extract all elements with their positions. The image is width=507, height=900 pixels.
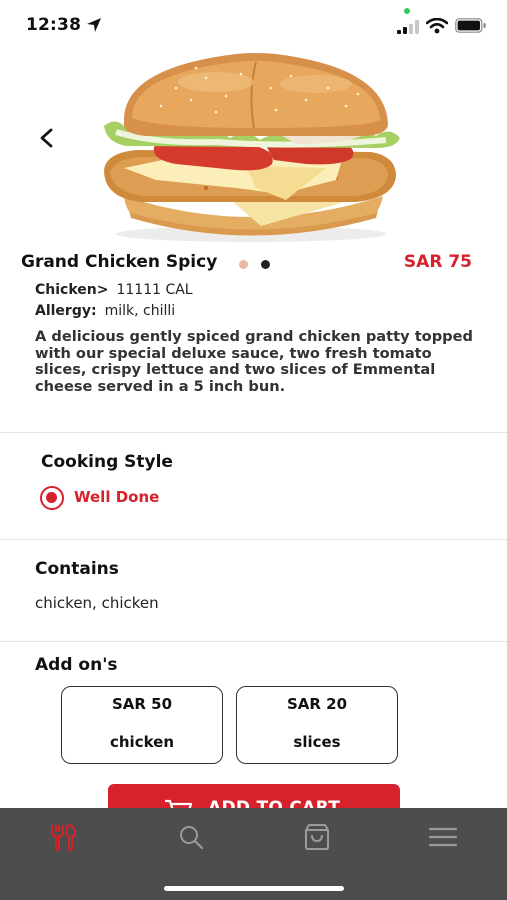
addon-name: slices (293, 733, 341, 751)
search-icon[interactable] (174, 822, 208, 852)
wifi-icon (426, 18, 448, 34)
location-arrow-icon (87, 18, 101, 32)
home-indicator (164, 886, 344, 891)
privacy-indicator-dot (404, 8, 410, 14)
product-description: A delicious gently spiced grand chicken … (35, 328, 473, 395)
addons-title: Add on's (35, 655, 118, 675)
addon-card-chicken[interactable]: SAR 50 chicken (61, 686, 223, 764)
addon-name: chicken (109, 733, 175, 751)
divider (0, 539, 507, 540)
allergy-label: Allergy: (35, 303, 97, 319)
status-bar: 12:38 (0, 0, 507, 50)
contains-value: chicken, chicken (35, 594, 159, 612)
product-name: Grand Chicken Spicy (21, 252, 218, 272)
calories-label: Chicken> (35, 282, 109, 298)
addon-card-slices[interactable]: SAR 20 slices (236, 686, 398, 764)
contains-title: Contains (35, 559, 119, 579)
bottom-navigation (0, 808, 507, 900)
divider (0, 641, 507, 642)
product-image-carousel[interactable] (0, 44, 507, 269)
carousel-dot-2[interactable] (261, 260, 270, 269)
addon-price: SAR 50 (111, 695, 173, 713)
battery-icon (455, 18, 486, 33)
bag-icon[interactable] (300, 822, 334, 852)
status-time: 12:38 (26, 15, 82, 35)
back-chevron-icon[interactable] (34, 124, 60, 152)
calories-value: 11111 CAL (116, 282, 193, 298)
allergy-value: milk, chilli (104, 303, 176, 319)
calories-row: Chicken> 11111 CAL (35, 282, 193, 298)
cooking-style-title: Cooking Style (41, 452, 173, 472)
allergy-row: Allergy: milk, chilli (35, 303, 175, 319)
product-price: SAR 75 (403, 252, 472, 272)
addon-price: SAR 20 (286, 695, 348, 713)
well-done-label[interactable]: Well Done (74, 488, 159, 506)
menu-icon[interactable] (426, 822, 460, 852)
burger-image (104, 53, 400, 242)
divider (0, 432, 507, 433)
carousel-dot-1[interactable] (239, 260, 248, 269)
well-done-radio[interactable] (40, 486, 64, 510)
cellular-signal-icon (397, 20, 419, 34)
utensils-icon[interactable] (47, 822, 81, 852)
